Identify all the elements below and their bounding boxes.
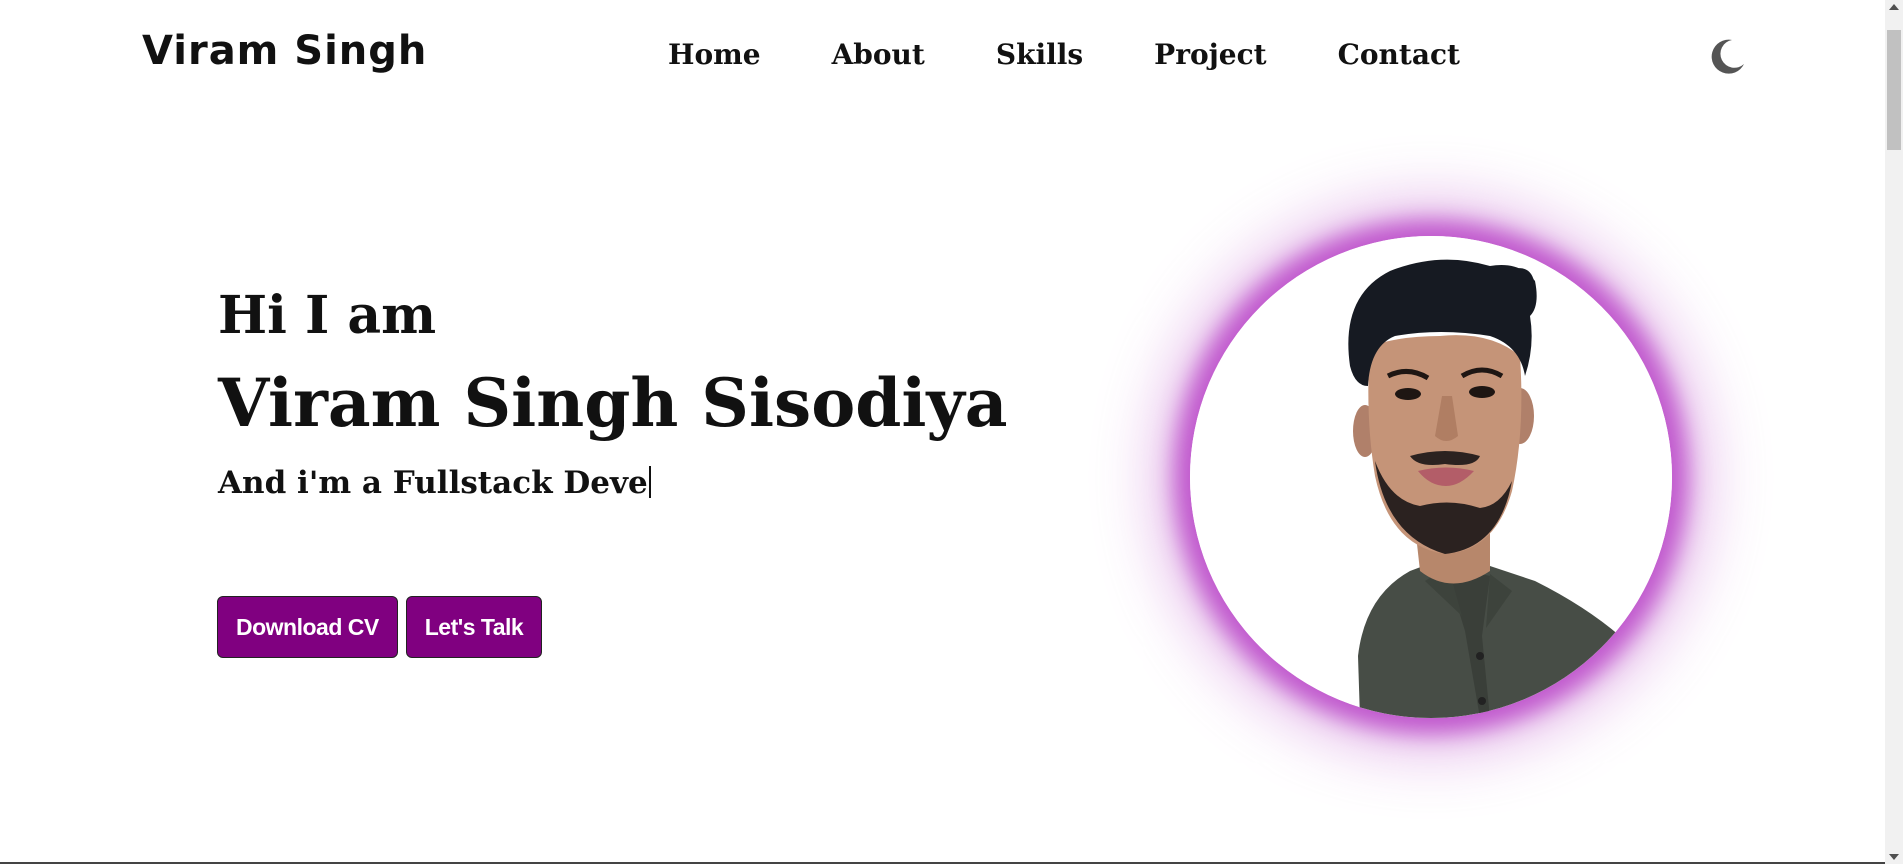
hero-buttons: Download CV Let's Talk <box>217 596 543 658</box>
portfolio-page: Viram Singh Home About Skills Project Co… <box>0 0 1903 864</box>
hero-role: And i'm a Fullstack Deve <box>218 466 1008 499</box>
site-logo[interactable]: Viram Singh <box>142 28 427 74</box>
nav-link-about[interactable]: About <box>832 38 925 71</box>
nav-link-contact[interactable]: Contact <box>1338 38 1460 71</box>
scroll-up-arrow-icon[interactable] <box>1889 4 1899 10</box>
page-scrollbar[interactable] <box>1885 0 1903 864</box>
nav-link-home[interactable]: Home <box>668 38 761 71</box>
nav-link-skills[interactable]: Skills <box>996 38 1083 71</box>
typing-caret <box>648 466 651 498</box>
profile-photo-illustration <box>1190 236 1672 718</box>
scroll-down-arrow-icon[interactable] <box>1889 854 1899 860</box>
nav-link-project[interactable]: Project <box>1154 38 1266 71</box>
theme-toggle-button[interactable] <box>1708 36 1748 76</box>
lets-talk-button[interactable]: Let's Talk <box>405 596 543 658</box>
main-nav: Home About Skills Project Contact <box>668 38 1460 71</box>
hero-greeting: Hi I am <box>218 285 437 346</box>
profile-photo <box>1190 236 1672 718</box>
download-cv-button[interactable]: Download CV <box>217 596 398 658</box>
hero-name: Viram Singh Sisodiya <box>218 364 1008 442</box>
navbar: Viram Singh Home About Skills Project Co… <box>0 0 1885 115</box>
moon-icon <box>1711 39 1744 74</box>
scrollbar-thumb[interactable] <box>1887 30 1901 150</box>
hero-intro: Hi I am Viram Singh Sisodiya And i'm a F… <box>218 290 1008 499</box>
hero-role-text: And i'm a Fullstack Deve <box>218 465 648 501</box>
